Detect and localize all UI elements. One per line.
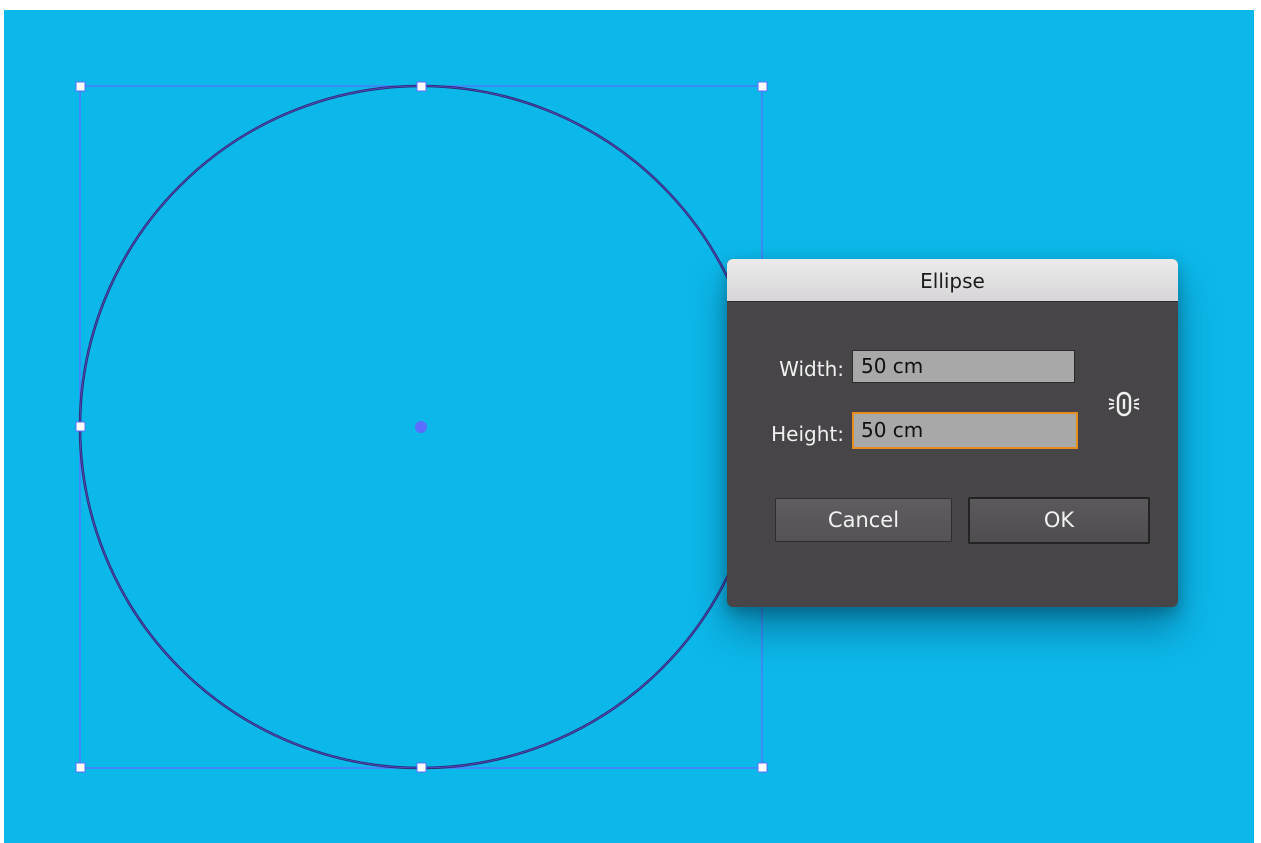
- cancel-button[interactable]: Cancel: [775, 498, 952, 542]
- resize-handle-bottom-left[interactable]: [75, 762, 86, 773]
- dialog-title[interactable]: Ellipse: [727, 259, 1178, 302]
- ok-button[interactable]: OK: [968, 497, 1150, 544]
- resize-handle-top-left[interactable]: [75, 81, 86, 92]
- resize-handle-left[interactable]: [75, 421, 86, 432]
- ellipse-dialog: Ellipse Width: 50 cm Height: 50 cm Cance…: [727, 259, 1178, 607]
- artboard-canvas[interactable]: Ellipse Width: 50 cm Height: 50 cm Cance…: [4, 10, 1254, 843]
- height-field[interactable]: 50 cm: [852, 412, 1078, 449]
- center-point-marker[interactable]: [415, 421, 427, 433]
- width-field[interactable]: 50 cm: [852, 350, 1075, 383]
- height-label: Height:: [771, 422, 844, 446]
- resize-handle-top-right[interactable]: [757, 81, 768, 92]
- resize-handle-top[interactable]: [416, 81, 427, 92]
- constrain-proportions-link-icon[interactable]: [1106, 386, 1142, 422]
- resize-handle-bottom[interactable]: [416, 762, 427, 773]
- resize-handle-bottom-right[interactable]: [757, 762, 768, 773]
- width-label: Width:: [779, 357, 844, 381]
